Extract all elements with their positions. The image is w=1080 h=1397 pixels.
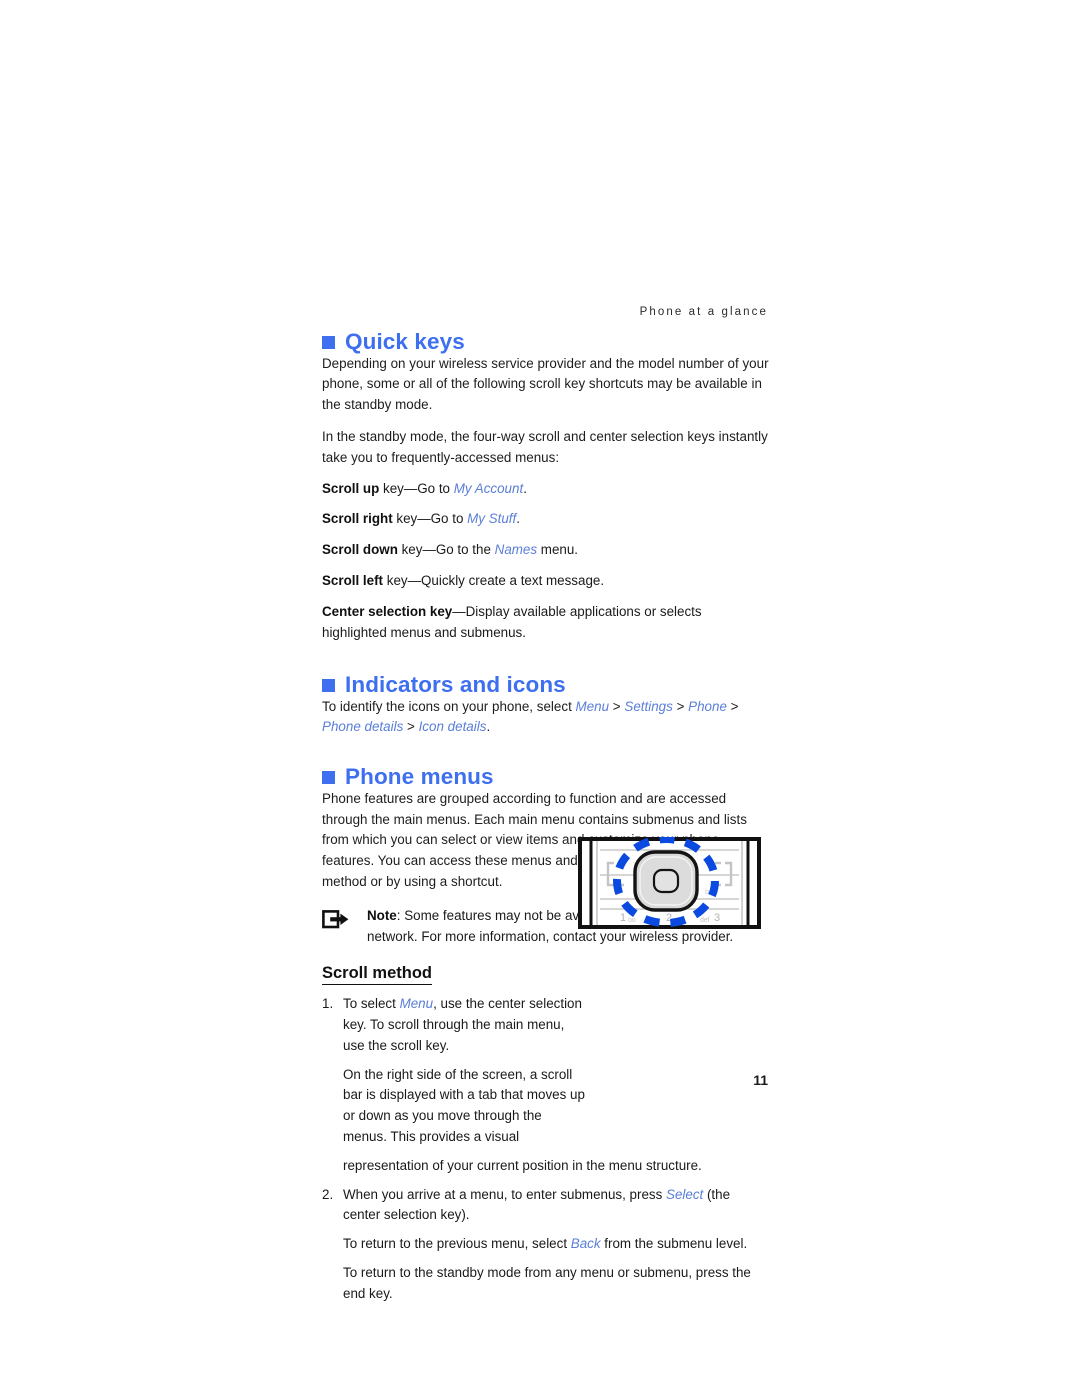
heading-indicators-label: Indicators and icons [345, 671, 566, 697]
step-link-select: Select [666, 1186, 704, 1202]
key-label: Scroll down [322, 542, 398, 558]
step-number: 1. [322, 996, 334, 1012]
path-separator: > [403, 719, 419, 735]
step-text-suffix: from the submenu level. [600, 1236, 748, 1252]
scroll-method-steps: 1. To select Menu, use the center select… [322, 994, 770, 1304]
key-text-after: . [523, 480, 527, 496]
step-2-paragraph-3: To return to the standby mode from any m… [343, 1265, 751, 1301]
blue-square-bullet-icon [322, 771, 335, 785]
key-line-center-selection: Center selection key—Display available a… [322, 602, 770, 644]
key-text-before: key—Go to [379, 480, 454, 496]
key-text-after: . [516, 511, 520, 527]
step-item-2: 2. When you arrive at a menu, to enter s… [322, 1185, 770, 1305]
key-link: Names [494, 542, 538, 558]
step-1-paragraph-2: On the right side of the screen, a scrol… [343, 1066, 585, 1145]
path-terminator: . [486, 719, 491, 735]
quick-keys-paragraph-1: Depending on your wireless service provi… [322, 355, 769, 413]
blue-square-bullet-icon [322, 336, 335, 350]
key-line-scroll-left: Scroll left key—Quickly create a text me… [322, 571, 770, 592]
section-indicators-and-icons: Indicators and icons To identify the ico… [322, 673, 770, 738]
step-link-back: Back [570, 1236, 601, 1252]
step-link-menu: Menu [399, 996, 434, 1012]
menu-path-settings: Settings [624, 698, 673, 714]
step-1-paragraph-1: To select Menu, use the center selection… [343, 994, 586, 1056]
svg-text:3: 3 [714, 912, 720, 924]
key-label: Scroll left [322, 573, 384, 588]
key-link: My Stuff [467, 511, 517, 527]
key-line-scroll-up: Scroll up key—Go to My Account. [322, 479, 770, 500]
section-quick-keys: Quick keys Depending on your wireless se… [322, 330, 770, 643]
manual-page: Phone at a glance Quick keys Depending o… [0, 0, 1080, 1397]
quick-keys-paragraph-2: In the standby mode, the four-way scroll… [322, 429, 768, 465]
phone-keypad-scroll-key-illustration: 1 oo 2 def 3 b [578, 835, 761, 929]
menu-path-icon-details: Icon details [418, 719, 487, 735]
key-label: Center selection key [322, 603, 453, 619]
indicators-intro: To identify the icons on your phone, sel… [322, 698, 576, 714]
key-text-before: key—Go to the [397, 542, 495, 558]
key-text-before: key—Go to [392, 511, 468, 527]
step-2-paragraph-2: To return to the previous menu, select B… [343, 1234, 770, 1255]
menu-path-phone: Phone [688, 698, 727, 714]
note-arrow-icon [322, 906, 352, 935]
key-line-scroll-right: Scroll right key—Go to My Stuff. [322, 509, 770, 530]
menu-path-phone-details: Phone details [322, 719, 404, 735]
running-header: Phone at a glance [639, 306, 768, 318]
heading-quick-keys: Quick keys [322, 330, 770, 354]
heading-phone-menus: Phone menus [322, 765, 770, 789]
path-separator: > [726, 698, 739, 714]
key-link: My Account [453, 480, 524, 496]
key-text-after: menu. [537, 542, 579, 558]
svg-text:b: b [705, 889, 709, 896]
path-separator: > [672, 698, 689, 714]
heading-quick-keys-label: Quick keys [345, 329, 465, 354]
heading-scroll-method: Scroll method [322, 964, 433, 986]
svg-text:oo: oo [628, 917, 636, 924]
step-text-prefix: When you arrive at a menu, to enter subm… [343, 1186, 667, 1202]
key-text-before: key—Quickly create a text message. [383, 573, 605, 588]
step-1-paragraph-3: representation of your current position … [343, 1157, 702, 1173]
step-2-paragraph-1: When you arrive at a menu, to enter subm… [343, 1185, 770, 1227]
path-separator: > [609, 698, 625, 714]
page-content: Quick keys Depending on your wireless se… [322, 330, 770, 1305]
svg-text:def: def [700, 917, 710, 924]
step-number: 2. [322, 1186, 334, 1202]
key-line-scroll-down: Scroll down key—Go to the Names menu. [322, 540, 770, 561]
key-label: Scroll up [322, 480, 380, 496]
blue-square-bullet-icon [322, 679, 335, 693]
page-number: 11 [753, 1072, 768, 1088]
note-label: Note [367, 907, 397, 923]
key-label: Scroll right [322, 511, 393, 527]
step-text-prefix: To select [343, 996, 400, 1012]
svg-text:1: 1 [620, 912, 626, 924]
menu-path-menu: Menu [575, 698, 610, 714]
indicators-paragraph: To identify the icons on your phone, sel… [322, 697, 770, 739]
step-text-prefix: To return to the previous menu, select [343, 1236, 571, 1252]
heading-indicators-and-icons: Indicators and icons [322, 673, 770, 697]
heading-phone-menus-label: Phone menus [345, 764, 494, 790]
